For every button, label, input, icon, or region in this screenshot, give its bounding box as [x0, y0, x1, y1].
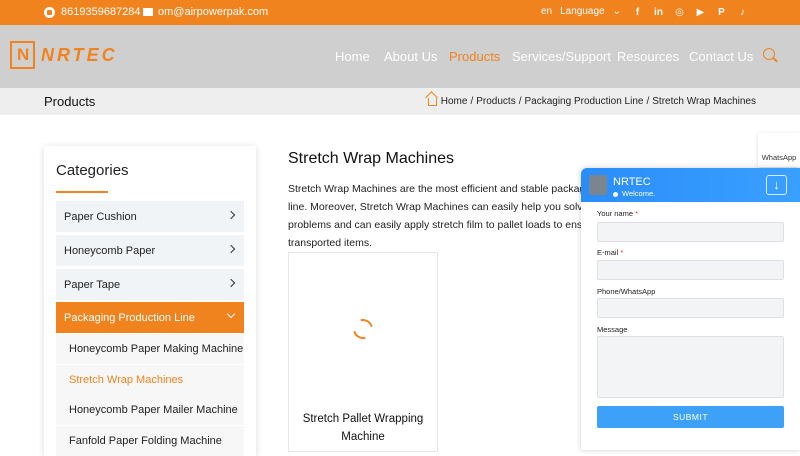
subcategory-honeycomb-paper-mailer-machine[interactable]: Honeycomb Paper Mailer Machine	[56, 395, 244, 425]
category-label: Honeycomb Paper	[64, 244, 156, 257]
categories-title: Categories	[56, 162, 129, 179]
crumb-products[interactable]: Products	[476, 96, 515, 107]
facebook-icon[interactable]: f	[627, 5, 648, 19]
category-paper-tape[interactable]: Paper Tape	[56, 269, 244, 300]
loading-spinner-icon	[349, 315, 377, 343]
chat-header: NRTEC Welcome. ↓	[581, 168, 800, 202]
breadcrumb-bar: Products Home / Products / Packaging Pro…	[0, 88, 800, 115]
online-status-icon	[613, 192, 618, 197]
breadcrumb: Home / Products / Packaging Production L…	[427, 96, 756, 107]
nav-resources[interactable]: Resources	[617, 49, 679, 64]
nav-contact-us[interactable]: Contact Us	[689, 49, 753, 64]
phone-label: Phone/WhatsApp	[597, 287, 656, 296]
logo-mark	[10, 41, 35, 69]
nav-products[interactable]: Products	[449, 49, 500, 64]
language-label: Language	[560, 6, 605, 17]
email-address: om@airpowerpak.com	[158, 6, 269, 18]
crumb-packaging-production-line[interactable]: Packaging Production Line	[524, 96, 643, 107]
avatar	[589, 175, 607, 195]
message-label: Message	[597, 325, 628, 334]
pinterest-icon[interactable]: P	[711, 5, 732, 19]
social-links: f in ◎ ▶ P ♪	[627, 5, 753, 19]
nav-about-us[interactable]: About Us	[384, 49, 437, 64]
chat-status: Welcome.	[622, 189, 656, 198]
subcategory-fanfold-paper-folding-machine[interactable]: Fanfold Paper Folding Machine	[56, 426, 244, 456]
product-card[interactable]: Stretch Pallet Wrapping Machine	[288, 252, 438, 452]
language-selector[interactable]: en Language ⌄	[541, 6, 621, 17]
chevron-down-icon: ⌄	[612, 6, 622, 17]
nav-home[interactable]: Home	[335, 49, 370, 64]
linkedin-icon[interactable]: in	[648, 5, 669, 19]
title-underline	[56, 191, 108, 193]
youtube-icon[interactable]: ▶	[690, 5, 711, 19]
chevron-down-icon	[226, 309, 236, 319]
chat-widget: NRTEC Welcome. ↓ Your name * E-mail * Ph…	[581, 168, 800, 450]
crumb-current: Stretch Wrap Machines	[652, 96, 756, 107]
category-honeycomb-paper[interactable]: Honeycomb Paper	[56, 235, 244, 266]
crumb-home[interactable]: Home	[441, 96, 468, 107]
top-bar: 8619359687284 om@airpowerpak.com en Lang…	[0, 0, 800, 25]
email-contact[interactable]: om@airpowerpak.com	[143, 6, 268, 18]
phone-contact[interactable]: 8619359687284	[44, 6, 141, 18]
phone-number: 8619359687284	[61, 6, 141, 18]
instagram-icon[interactable]: ◎	[669, 5, 690, 19]
mail-icon	[143, 8, 153, 16]
email-label: E-mail *	[597, 248, 624, 257]
chevron-right-icon	[226, 244, 236, 254]
category-paper-cushion[interactable]: Paper Cushion	[56, 201, 244, 232]
logo[interactable]: NRTEC	[10, 41, 118, 69]
chevron-right-icon	[226, 210, 236, 220]
chat-agent-name: NRTEC	[613, 176, 651, 188]
submit-button[interactable]: SUBMIT	[597, 406, 784, 428]
category-label: Paper Cushion	[64, 210, 137, 223]
page-title: Products	[44, 94, 96, 109]
whatsapp-icon	[44, 6, 55, 18]
category-label: Paper Tape	[64, 278, 121, 291]
chevron-right-icon	[226, 278, 236, 288]
subcategory-honeycomb-paper-making-machine[interactable]: Honeycomb Paper Making Machine	[56, 334, 244, 364]
category-heading: Stretch Wrap Machines	[288, 150, 454, 167]
name-label: Your name *	[597, 209, 639, 218]
search-icon[interactable]	[763, 48, 775, 60]
whatsapp-tab[interactable]: WhatsApp	[758, 133, 800, 167]
subcategory-stretch-wrap-machines[interactable]: Stretch Wrap Machines	[56, 365, 244, 395]
tiktok-icon[interactable]: ♪	[732, 5, 753, 19]
language-code: en	[541, 6, 553, 17]
category-packaging-production-line[interactable]: Packaging Production Line	[56, 302, 244, 333]
phone-field[interactable]	[597, 298, 784, 318]
logo-text: NRTEC	[41, 44, 118, 65]
name-field[interactable]	[597, 222, 784, 242]
product-title[interactable]: Stretch Pallet Wrapping Machine	[289, 410, 437, 446]
nav-services-support[interactable]: Services/Support	[512, 49, 611, 64]
home-icon	[427, 97, 437, 106]
categories-sidebar: Categories Paper Cushion Honeycomb Paper…	[44, 146, 256, 456]
category-description: Stretch Wrap Machines are the most effic…	[288, 183, 600, 249]
message-field[interactable]	[597, 336, 784, 398]
minimize-arrow-icon[interactable]: ↓	[766, 175, 787, 195]
category-label: Packaging Production Line	[64, 311, 195, 324]
email-field[interactable]	[597, 260, 784, 280]
product-image[interactable]	[289, 253, 437, 403]
